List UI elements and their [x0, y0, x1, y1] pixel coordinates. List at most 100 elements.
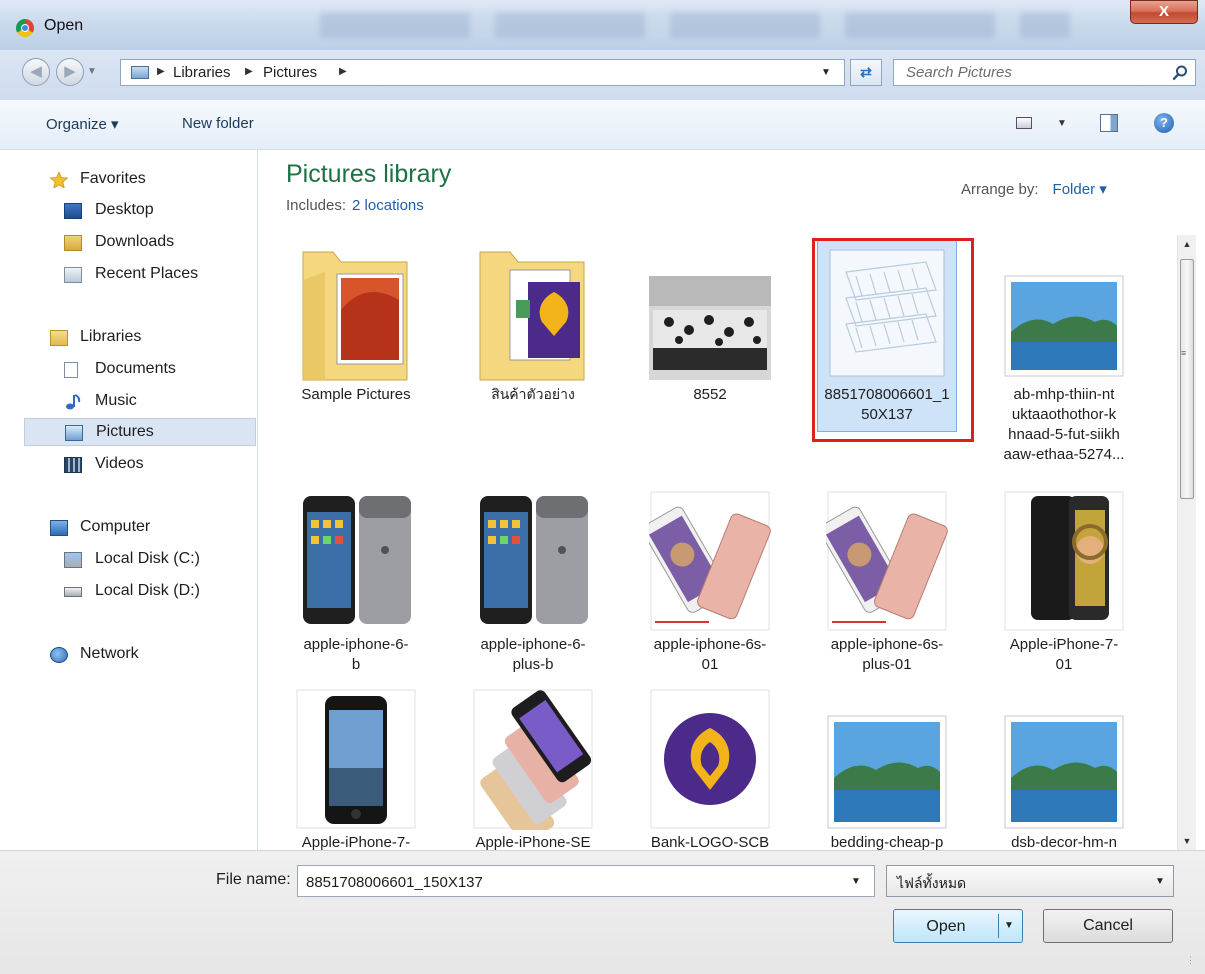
file-name-label: File name:	[216, 871, 291, 888]
breadcrumb-separator-icon[interactable]: ▶	[339, 66, 347, 77]
nav-local-disk-c[interactable]: Local Disk (C:)	[64, 546, 256, 574]
file-name: Apple-iPhone-7-	[301, 834, 411, 850]
music-icon	[66, 394, 81, 410]
address-bar[interactable]: ▶ Libraries ▶ Pictures ▶ ▼	[120, 59, 845, 86]
image-thumbnail	[473, 689, 593, 830]
forward-button[interactable]: ▶	[56, 58, 84, 86]
pictures-library-icon	[131, 66, 149, 79]
change-view-icon[interactable]	[1016, 117, 1032, 129]
nav-recent-places[interactable]: Recent Places	[64, 261, 256, 289]
open-button[interactable]: Open ▼	[893, 909, 1023, 943]
image-thumbnail	[826, 491, 948, 631]
organize-button[interactable]: Organize ▾	[46, 115, 119, 133]
nav-pictures-label: Pictures	[96, 423, 154, 440]
navigation-pane: Favorites Desktop Downloads Recent Place…	[0, 150, 258, 850]
nav-local-disk-d-label: Local Disk (D:)	[95, 582, 200, 599]
dialog-footer: File name: ▼ ไฟล์ทั้งหมด ▼ Open ▼ Cancel…	[0, 850, 1205, 974]
vertical-scrollbar[interactable]: ▲ ≡ ▼	[1177, 235, 1196, 850]
file-name: apple-iphone-6- plus-b	[480, 636, 586, 673]
breadcrumb-pictures[interactable]: Pictures	[263, 64, 317, 81]
image-thumbnail	[649, 491, 771, 631]
file-name: 8851708006601_1 50X137	[824, 386, 950, 423]
image-thumbnail	[827, 715, 947, 829]
arrange-by-dropdown[interactable]: Folder ▾	[1053, 181, 1107, 198]
nav-downloads-label: Downloads	[95, 233, 175, 250]
network-icon	[50, 647, 68, 663]
search-box[interactable]	[893, 59, 1196, 86]
file-type-value: ไฟล์ทั้งหมด	[897, 876, 967, 892]
nav-favorites[interactable]: Favorites	[48, 166, 280, 194]
nav-desktop[interactable]: Desktop	[64, 197, 256, 225]
nav-documents[interactable]: Documents	[64, 356, 256, 384]
file-name: apple-iphone-6s- plus-01	[830, 636, 944, 673]
open-options-dropdown-icon[interactable]: ▼	[1004, 920, 1014, 931]
navigation-bar: ◀ ▶ ▼ ▶ Libraries ▶ Pictures ▶ ▼ ⇄	[0, 50, 1205, 100]
file-name: Apple-iPhone-SE	[475, 834, 591, 850]
file-list-pane: Pictures library Includes: 2 locations Ar…	[258, 150, 1205, 850]
image-thumbnail	[303, 496, 411, 624]
nav-computer[interactable]: Computer	[48, 514, 280, 542]
image-thumbnail	[296, 689, 416, 829]
new-folder-button[interactable]: New folder	[182, 115, 254, 132]
address-dropdown[interactable]: ▼	[821, 67, 831, 78]
help-icon[interactable]: ?	[1154, 113, 1174, 133]
search-input[interactable]	[906, 63, 1156, 82]
nav-local-disk-d[interactable]: Local Disk (D:)	[64, 578, 256, 606]
nav-documents-label: Documents	[95, 360, 176, 377]
nav-downloads[interactable]: Downloads	[64, 229, 256, 257]
scroll-thumb[interactable]	[1180, 259, 1194, 499]
system-drive-icon	[64, 552, 82, 568]
nav-libraries[interactable]: Libraries	[48, 324, 280, 352]
folder-icon	[302, 251, 408, 381]
nav-pictures[interactable]: Pictures	[24, 418, 256, 446]
close-button[interactable]: X	[1130, 0, 1198, 24]
nav-desktop-label: Desktop	[95, 201, 154, 218]
locations-link[interactable]: 2 locations	[352, 197, 424, 214]
drive-icon	[64, 587, 82, 597]
preview-pane-icon[interactable]	[1100, 114, 1118, 132]
open-split-divider	[998, 914, 999, 938]
file-name-dropdown-icon[interactable]: ▼	[851, 876, 861, 887]
nav-network[interactable]: Network	[48, 641, 280, 669]
file-type-select[interactable]: ไฟล์ทั้งหมด ▼	[886, 865, 1174, 897]
search-icon[interactable]	[1172, 65, 1188, 81]
chrome-icon	[16, 19, 34, 37]
desktop-icon	[64, 203, 82, 219]
folder-icon	[479, 251, 585, 381]
breadcrumb-separator-icon[interactable]: ▶	[245, 66, 253, 77]
file-name: Sample Pictures	[301, 386, 411, 403]
recent-places-icon	[64, 267, 82, 283]
nav-local-disk-c-label: Local Disk (C:)	[95, 550, 200, 567]
scroll-up-icon[interactable]: ▲	[1178, 235, 1196, 253]
file-name-combobox[interactable]: ▼	[297, 865, 875, 897]
breadcrumb-separator-icon[interactable]: ▶	[157, 66, 165, 77]
scroll-down-icon[interactable]: ▼	[1178, 832, 1196, 850]
refresh-button[interactable]: ⇄	[850, 59, 882, 86]
pictures-icon	[65, 425, 83, 441]
recent-locations-dropdown[interactable]: ▼	[87, 66, 97, 77]
background-tabs	[320, 12, 1070, 38]
file-type-dropdown-icon[interactable]: ▼	[1155, 876, 1165, 887]
file-name: Apple-iPhone-7- 01	[1009, 636, 1119, 673]
breadcrumb-libraries[interactable]: Libraries	[173, 64, 231, 81]
arrange-by: Arrange by: Folder ▾	[961, 180, 1107, 198]
file-name: Bank-LOGO-SCB	[650, 834, 770, 850]
library-title: Pictures library	[286, 160, 452, 188]
nav-music-label: Music	[95, 392, 137, 409]
view-options-dropdown[interactable]: ▼	[1057, 118, 1067, 129]
open-button-label: Open	[926, 918, 966, 935]
cancel-button[interactable]: Cancel	[1043, 909, 1173, 943]
file-name: dsb-decor-hm-n	[1011, 834, 1117, 850]
file-name: 8552	[693, 386, 727, 403]
back-button[interactable]: ◀	[22, 58, 50, 86]
nav-music[interactable]: Music	[64, 388, 256, 416]
nav-recent-places-label: Recent Places	[95, 265, 199, 282]
nav-videos-label: Videos	[95, 455, 144, 472]
nav-videos[interactable]: Videos	[64, 451, 256, 479]
image-thumbnail	[480, 496, 588, 624]
title-bar: Open X	[0, 0, 1205, 50]
file-name: bedding-cheap-p	[830, 834, 944, 850]
file-name-input[interactable]	[306, 872, 836, 892]
libraries-icon	[50, 330, 68, 346]
resize-grip-icon[interactable]: ⋮	[1186, 955, 1195, 966]
